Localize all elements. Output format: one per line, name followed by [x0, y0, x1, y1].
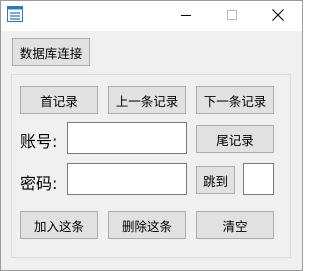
app-window: 数据库连接 首记录 上一条记录 下一条记录 账号: 尾记录 密码: 跳到 加入这…: [0, 0, 303, 271]
maximize-icon: [227, 10, 237, 20]
maximize-button[interactable]: [209, 1, 255, 29]
delete-record-button[interactable]: 删除这条: [108, 211, 186, 239]
close-button[interactable]: [255, 1, 301, 29]
jump-to-input[interactable]: [243, 163, 274, 195]
title-bar: [1, 1, 302, 31]
close-icon: [272, 9, 284, 21]
clear-button[interactable]: 清空: [196, 211, 274, 239]
password-label: 密码:: [20, 174, 58, 193]
account-input[interactable]: [67, 122, 187, 154]
password-input[interactable]: [67, 163, 187, 195]
add-record-button[interactable]: 加入这条: [20, 211, 98, 239]
minimize-icon: [181, 10, 191, 20]
minimize-button[interactable]: [163, 1, 209, 29]
last-record-button[interactable]: 尾记录: [196, 125, 274, 153]
database-connect-button[interactable]: 数据库连接: [12, 38, 90, 66]
jump-to-button[interactable]: 跳到: [196, 166, 235, 194]
next-record-button[interactable]: 下一条记录: [196, 86, 274, 114]
account-label: 账号:: [20, 132, 58, 151]
previous-record-button[interactable]: 上一条记录: [108, 86, 186, 114]
app-icon: [7, 6, 23, 22]
first-record-button[interactable]: 首记录: [20, 86, 98, 114]
